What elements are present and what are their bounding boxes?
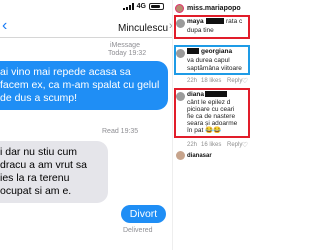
header-divider bbox=[0, 37, 172, 38]
outgoing-message-bubble[interactable]: ai vino mai repede acasa sa facem ex, ca… bbox=[0, 61, 168, 110]
comment-age: 22h bbox=[187, 142, 198, 148]
avatar[interactable] bbox=[176, 92, 185, 101]
status-bar: 4G bbox=[122, 3, 164, 10]
delivered-receipt: Delivered bbox=[123, 227, 153, 234]
service-label: iMessage bbox=[110, 42, 140, 49]
comment-text: dupa tine bbox=[187, 27, 214, 34]
reply-link[interactable]: Reply bbox=[227, 142, 242, 148]
signal-icon bbox=[122, 3, 134, 10]
comment-username[interactable]: georgiana bbox=[201, 48, 232, 55]
comment-likes[interactable]: 18 likes bbox=[201, 78, 221, 84]
contact-name[interactable]: Minculescu bbox=[118, 23, 168, 34]
avatar[interactable] bbox=[176, 19, 185, 28]
heart-icon[interactable]: ♡ bbox=[242, 77, 248, 85]
avatar[interactable] bbox=[175, 3, 184, 13]
battery-icon bbox=[149, 3, 164, 10]
outgoing-reply-bubble[interactable]: Divort bbox=[121, 205, 166, 223]
comment-text: rata c bbox=[226, 18, 243, 25]
instagram-comments-panel: miss.mariapopo maya rata c dupa tine geo… bbox=[172, 0, 250, 250]
conversation-timestamp: Today 19:32 bbox=[108, 50, 147, 57]
read-receipt: Read 19:35 bbox=[102, 128, 139, 135]
comment-username[interactable]: maya bbox=[187, 18, 204, 25]
redaction-bar bbox=[187, 48, 199, 54]
imessage-screenshot: 4G ‹ Minculescu › iMessage Today 19:32 a… bbox=[0, 0, 172, 250]
comment-age: 22h bbox=[187, 78, 198, 84]
comment-text: va durea capul bbox=[187, 57, 230, 64]
reply-link[interactable]: Reply bbox=[227, 78, 242, 84]
comment-text: în pat 😂😂 bbox=[187, 127, 222, 134]
post-header: miss.mariapopo bbox=[175, 2, 250, 14]
chevron-left-icon[interactable]: ‹ bbox=[2, 18, 7, 34]
comment-likes[interactable]: 16 likes bbox=[201, 142, 221, 148]
network-label: 4G bbox=[136, 3, 146, 10]
comment-text: saptămâna viitoare bbox=[187, 65, 242, 72]
comment-username[interactable]: diana bbox=[187, 91, 204, 98]
mention-username[interactable]: dianasar bbox=[187, 153, 212, 159]
avatar[interactable] bbox=[176, 151, 185, 160]
heart-icon[interactable]: ♡ bbox=[242, 141, 248, 149]
incoming-message-bubble[interactable]: i dar nu stiu cum dracu a am vrut sa ies… bbox=[0, 141, 108, 203]
account-name[interactable]: miss.mariapopo bbox=[187, 5, 241, 12]
redaction-bar bbox=[206, 18, 224, 24]
avatar[interactable] bbox=[176, 49, 185, 58]
redaction-bar bbox=[205, 91, 227, 97]
